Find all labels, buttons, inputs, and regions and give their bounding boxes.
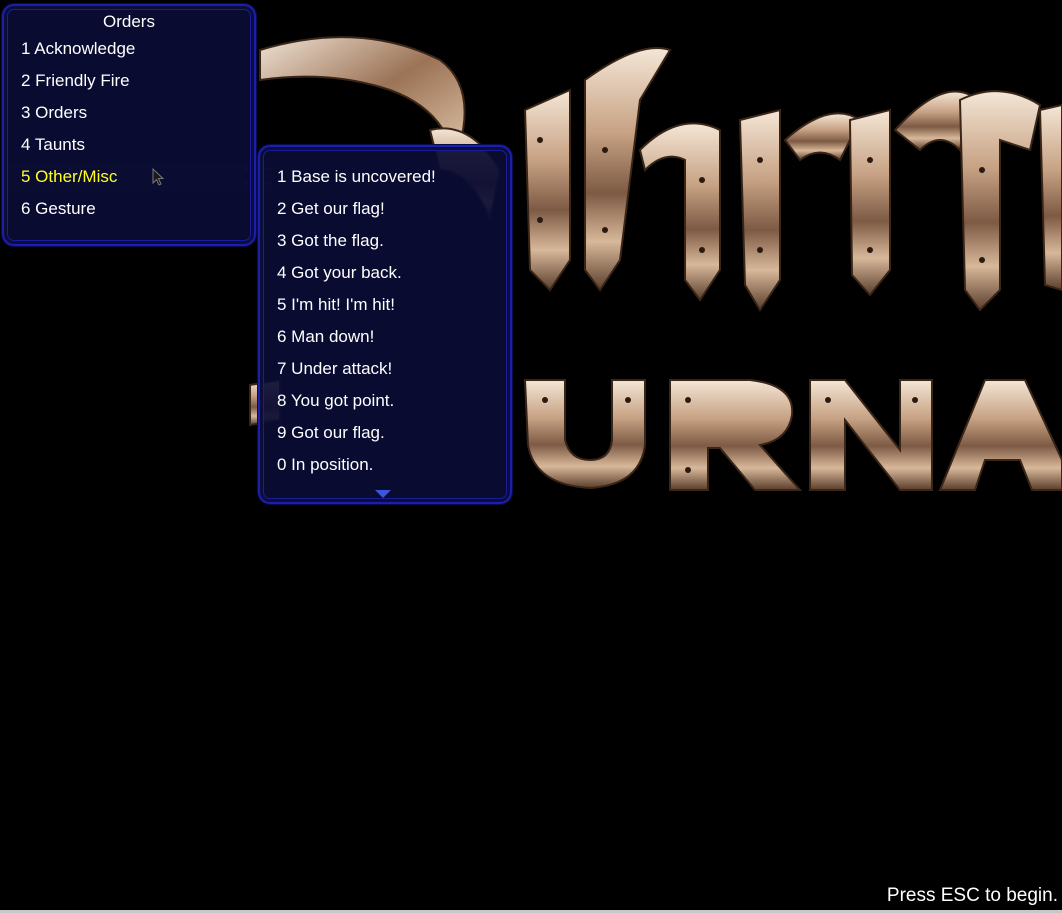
submenu-item-man-down[interactable]: 6 Man down! [277,322,374,352]
menu-item-other-misc[interactable]: 5 Other/Misc [21,162,117,192]
other-misc-submenu: 1 Base is uncovered! 2 Get our flag! 3 G… [258,145,512,504]
mouse-pointer-icon [152,168,164,186]
submenu-item-get-our-flag[interactable]: 2 Get our flag! [277,194,385,224]
submenu-item-base-uncovered[interactable]: 1 Base is uncovered! [277,162,436,192]
submenu-item-got-our-flag[interactable]: 9 Got our flag. [277,418,385,448]
submenu-item-in-position[interactable]: 0 In position. [277,450,373,480]
orders-menu-title: Orders [103,12,155,31]
submenu-item-got-the-flag[interactable]: 3 Got the flag. [277,226,384,256]
press-esc-prompt: Press ESC to begin. [886,885,1058,906]
menu-item-orders[interactable]: 3 Orders [21,98,87,128]
submenu-item-got-your-back[interactable]: 4 Got your back. [277,258,402,288]
menu-item-acknowledge[interactable]: 1 Acknowledge [21,34,135,64]
menu-item-friendly-fire[interactable]: 2 Friendly Fire [21,66,130,96]
orders-menu: Orders 1 Acknowledge 2 Friendly Fire 3 O… [2,4,256,246]
chevron-down-icon[interactable] [375,490,391,498]
submenu-item-you-got-point[interactable]: 8 You got point. [277,386,394,416]
menu-item-gesture[interactable]: 6 Gesture [21,194,96,224]
menu-item-taunts[interactable]: 4 Taunts [21,130,85,160]
game-screen: Orders 1 Acknowledge 2 Friendly Fire 3 O… [0,0,1062,913]
submenu-item-under-attack[interactable]: 7 Under attack! [277,354,392,384]
submenu-item-im-hit[interactable]: 5 I'm hit! I'm hit! [277,290,395,320]
